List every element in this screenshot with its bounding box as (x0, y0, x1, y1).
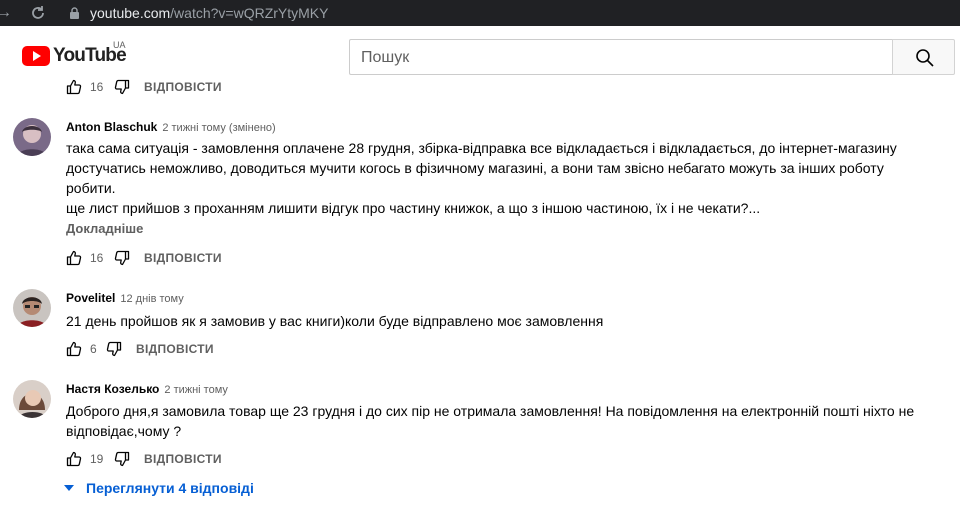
comment-text-line: робити. (66, 180, 116, 196)
like-count: 16 (90, 251, 104, 265)
like-count: 19 (90, 452, 104, 466)
comment-author[interactable]: Povelitel (66, 291, 115, 305)
search-button[interactable] (892, 39, 955, 75)
comment-text-line: відповідає,чому ? (66, 423, 182, 439)
comment-text: 21 день пройшов як я замовив у вас книги… (66, 311, 936, 331)
comment-header: Настя Козелько 2 тижні тому (66, 382, 228, 396)
search-input[interactable]: Пошук (349, 39, 893, 75)
comment-actions: 6 ВІДПОВІСТИ (66, 337, 214, 361)
country-code: UA (113, 40, 126, 50)
reply-button[interactable]: ВІДПОВІСТИ (136, 342, 214, 356)
browser-toolbar: → youtube.com/watch?v=wQRZrYtyMKY (0, 0, 960, 26)
thumbs-down-icon[interactable] (114, 79, 130, 95)
chevron-down-icon (64, 485, 74, 491)
comment-header: Anton Blaschuk 2 тижні тому (змінено) (66, 120, 276, 134)
comment-text: така сама ситуація - замовлення оплачене… (66, 138, 936, 218)
thumbs-up-icon[interactable] (66, 250, 82, 266)
comment-author[interactable]: Anton Blaschuk (66, 120, 157, 134)
comment-author[interactable]: Настя Козелько (66, 382, 159, 396)
like-count: 16 (90, 80, 104, 94)
comment-actions: 19 ВІДПОВІСТИ (66, 447, 222, 471)
back-arrow-icon[interactable]: → (0, 3, 14, 23)
url-text: youtube.com/watch?v=wQRZrYtyMKY (90, 5, 329, 21)
comment-text-line: Доброго дня,я замовила товар ще 23 грудн… (66, 403, 915, 419)
thumbs-down-icon[interactable] (106, 341, 122, 357)
comment-actions-previous: 16 ВІДПОВІСТИ (66, 75, 222, 99)
youtube-play-icon (22, 46, 50, 66)
address-bar[interactable]: youtube.com/watch?v=wQRZrYtyMKY (58, 1, 960, 25)
url-host: youtube.com (90, 5, 171, 21)
thumbs-up-icon[interactable] (66, 79, 82, 95)
search-placeholder: Пошук (361, 49, 410, 66)
comment-text-line: ще лист прийшов з проханням лишити відгу… (66, 200, 761, 216)
url-path: /watch?v=wQRZrYtyMKY (170, 5, 329, 21)
thumbs-up-icon[interactable] (66, 451, 82, 467)
read-more-button[interactable]: Докладніше (66, 221, 143, 236)
comment-time[interactable]: 12 днів тому (120, 293, 183, 305)
reload-icon[interactable] (28, 3, 48, 23)
comment-header: Povelitel 12 днів тому (66, 291, 184, 305)
avatar[interactable] (13, 289, 51, 327)
thumbs-down-icon[interactable] (114, 250, 130, 266)
avatar[interactable] (13, 118, 51, 156)
comment-text-line: 21 день пройшов як я замовив у вас книги… (66, 313, 604, 329)
comment-actions: 16 ВІДПОВІСТИ (66, 246, 222, 270)
thumbs-up-icon[interactable] (66, 341, 82, 357)
comment-time[interactable]: 2 тижні тому (змінено) (162, 122, 275, 134)
thumbs-down-icon[interactable] (114, 451, 130, 467)
reply-button[interactable]: ВІДПОВІСТИ (144, 80, 222, 94)
youtube-logo[interactable]: YouTube UA (22, 40, 127, 68)
comment-text-line: достучатись неможливо, доводиться мучити… (66, 160, 884, 176)
like-count: 6 (90, 342, 97, 356)
comment-text: Доброго дня,я замовила товар ще 23 грудн… (66, 401, 936, 441)
view-replies-button[interactable]: Переглянути 4 відповіді (60, 478, 254, 498)
reply-button[interactable]: ВІДПОВІСТИ (144, 251, 222, 265)
comment-text-line: така сама ситуація - замовлення оплачене… (66, 140, 897, 156)
comment-time[interactable]: 2 тижні тому (164, 384, 228, 396)
reply-button[interactable]: ВІДПОВІСТИ (144, 452, 222, 466)
view-replies-label: Переглянути 4 відповіді (86, 480, 254, 496)
lock-icon (70, 7, 79, 19)
search-icon (916, 49, 934, 67)
avatar[interactable] (13, 380, 51, 418)
